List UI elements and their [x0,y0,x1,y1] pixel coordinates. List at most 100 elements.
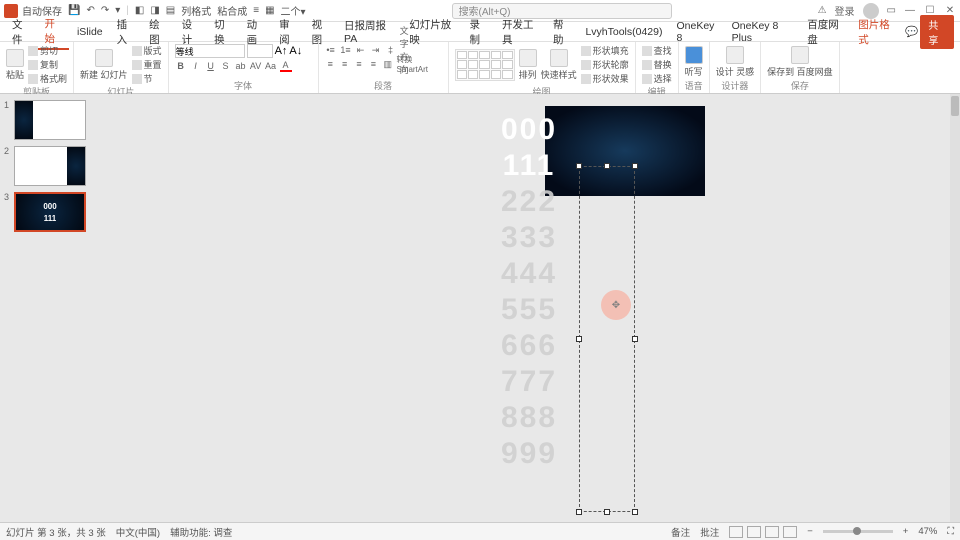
comments-button[interactable]: 批注 [700,525,719,539]
group-paragraph: •≡ 1≡ ⇤ ⇥ ‡ 文字方向 ≡ ≡ ≡ ≡ ▥ 转换SmartArt 段落 [319,42,449,93]
replace-button[interactable]: 替换 [642,58,672,71]
group-label: 字体 [175,79,312,91]
italic-button[interactable]: I [190,60,202,72]
shadow-button[interactable]: ab [235,60,247,72]
thumbnail-2[interactable] [14,146,86,186]
selection-box[interactable] [579,166,635,512]
save-icon[interactable]: 💾 [68,5,80,16]
resize-handle-icon[interactable] [576,163,582,169]
redo-icon[interactable]: ↷ [101,5,109,16]
columns-button[interactable]: ▥ [382,58,393,70]
comments-icon[interactable]: 💬 [905,25,918,38]
shape-outline-button[interactable]: 形状轮廓 [581,58,629,71]
case-button[interactable]: Aa [265,60,277,72]
status-bar: 幻灯片 第 3 张，共 3 张 中文(中国) 辅助功能: 调查 备注 批注 − … [0,522,960,540]
accessibility-indicator[interactable]: 辅助功能: 调查 [170,525,232,539]
align-right-button[interactable]: ≡ [353,58,364,70]
font-size-input[interactable] [247,44,273,58]
fit-window-icon[interactable]: ⛶ [947,526,954,537]
spacing-button[interactable]: AV [250,60,262,72]
shape-fill-button[interactable]: 形状填充 [581,44,629,57]
normal-view-icon[interactable] [729,526,743,538]
slide-canvas[interactable]: 000 111 222 333 444 555 666 777 888 999 … [98,94,960,522]
resize-handle-icon[interactable] [576,336,582,342]
paste-button[interactable]: 粘贴 [6,49,24,81]
copy-button[interactable]: 复制 [28,58,67,71]
group-editing: 查找 替换 选择 编辑 [636,42,679,93]
thumb-number: 3 [4,192,12,232]
numbering-button[interactable]: 1≡ [340,44,352,56]
undo-icon[interactable]: ↶ [86,5,94,16]
grow-font-icon[interactable]: A↑ [275,45,288,57]
tab-islide[interactable]: iSlide [71,24,109,40]
resize-handle-icon[interactable] [632,163,638,169]
thumbnail-3[interactable]: 000 111 [14,192,86,232]
group-designer: 设计 灵感 设计器 [710,42,762,93]
slideshow-view-icon[interactable] [783,526,797,538]
group-font: A↑ A↓ B I U S ab AV Aa A 字体 [169,42,319,93]
strike-button[interactable]: S [220,60,232,72]
share-button[interactable]: 共享 [920,15,954,49]
group-clipboard: 粘贴 剪切 复制 格式刷 剪贴板 [0,42,74,93]
tab-picture-format[interactable]: 图片格式 [852,15,901,49]
tab-lvyh[interactable]: LvyhTools(0429) [579,24,668,40]
group-label: 语音 [685,79,703,91]
arrange-button[interactable]: 排列 [519,49,537,81]
new-slide-button[interactable]: 新建 幻灯片 [80,49,128,81]
dictate-button[interactable]: 听写 [685,46,703,78]
find-button[interactable]: 查找 [642,44,672,57]
line-spacing-button[interactable]: ‡ [385,44,397,56]
main-area: 1 2 3 000 111 000 111 222 333 444 555 66… [0,94,960,522]
save-cloud-button[interactable]: 保存到 百度网盘 [767,46,833,78]
vertical-scrollbar[interactable] [950,94,960,522]
align-center-button[interactable]: ≡ [339,58,350,70]
align-left-button[interactable]: ≡ [325,58,336,70]
number-text-box[interactable]: 000 111 222 333 444 555 666 777 888 999 [501,112,557,472]
smartart-button[interactable]: 转换SmartArt [396,58,441,70]
layout-button[interactable]: 版式 [132,44,162,57]
design-ideas-button[interactable]: 设计 灵感 [716,46,755,78]
indent-dec-button[interactable]: ⇤ [355,44,367,56]
underline-button[interactable]: U [205,60,217,72]
font-color-button[interactable]: A [280,60,292,72]
justify-button[interactable]: ≡ [368,58,379,70]
group-label: 保存 [767,79,833,91]
thumbnail-1[interactable] [14,100,86,140]
shapes-gallery[interactable] [455,49,515,81]
resize-handle-icon[interactable] [632,336,638,342]
shrink-font-icon[interactable]: A↓ [289,45,302,57]
reset-button[interactable]: 重置 [132,58,162,71]
notes-button[interactable]: 备注 [671,525,690,539]
minimize-icon[interactable]: — [904,5,916,16]
group-slides: 新建 幻灯片 版式 重置 节 幻灯片 [74,42,169,93]
resize-handle-icon[interactable] [576,509,582,515]
bold-button[interactable]: B [175,60,187,72]
font-family-input[interactable] [175,44,245,58]
zoom-slider[interactable] [823,530,893,533]
thumb-number: 2 [4,146,12,186]
section-button[interactable]: 节 [132,72,162,85]
group-save: 保存到 百度网盘 保存 [761,42,840,93]
bullets-button[interactable]: •≡ [325,44,337,56]
format-painter-button[interactable]: 格式刷 [28,72,67,85]
scrollbar-handle[interactable] [951,96,959,116]
group-label: 段落 [325,79,442,91]
sorter-view-icon[interactable] [747,526,761,538]
zoom-knob[interactable] [853,527,861,535]
shape-effects-button[interactable]: 形状效果 [581,72,629,85]
language-indicator[interactable]: 中文(中国) [116,525,160,539]
cursor-highlight-icon: ✥ [601,290,631,320]
zoom-in-button[interactable]: + [903,526,909,537]
resize-handle-icon[interactable] [632,509,638,515]
zoom-out-button[interactable]: − [807,526,813,537]
quick-styles-button[interactable]: 快速样式 [541,49,577,81]
indent-inc-button[interactable]: ⇥ [370,44,382,56]
resize-handle-icon[interactable] [604,509,610,515]
cut-button[interactable]: 剪切 [28,44,67,57]
group-drawing: 排列 快速样式 形状填充 形状轮廓 形状效果 绘图 [449,42,636,93]
group-voice: 听写 语音 [679,42,710,93]
reading-view-icon[interactable] [765,526,779,538]
zoom-level[interactable]: 47% [918,526,937,537]
select-button[interactable]: 选择 [642,72,672,85]
resize-handle-icon[interactable] [604,163,610,169]
